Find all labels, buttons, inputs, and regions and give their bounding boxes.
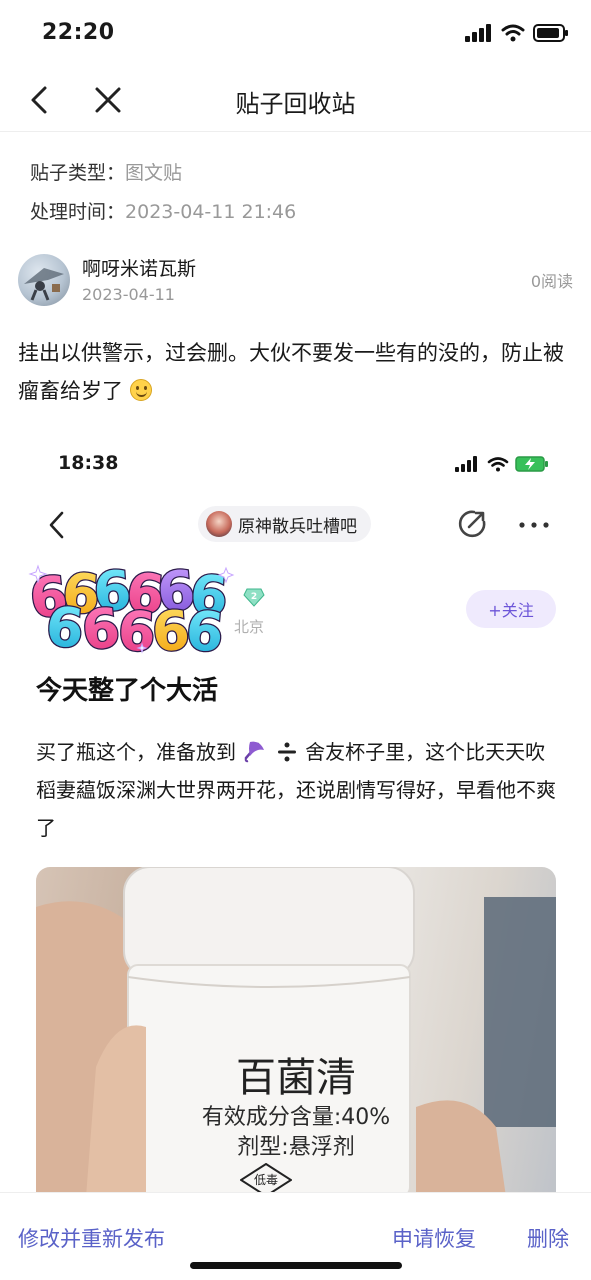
- restore-button[interactable]: 申请恢复: [392, 1223, 476, 1253]
- embedded-status-time: 18:38: [58, 452, 119, 474]
- battery-icon: [533, 24, 568, 42]
- umbrella-emoji-icon: [245, 741, 265, 763]
- embedded-body-part1: 买了瓶这个，准备放到: [36, 740, 236, 764]
- bottle-formulation-line: 剂型:悬浮剂: [237, 1135, 355, 1160]
- author-row: 啊呀米诺瓦斯 2023-04-11 0阅读: [18, 252, 573, 308]
- status-time: 22:20: [42, 20, 115, 45]
- republish-button[interactable]: 修改并重新发布: [18, 1223, 165, 1253]
- low-toxicity-label: 低毒: [253, 1173, 278, 1187]
- embedded-wifi-icon: [487, 457, 509, 472]
- embedded-signal-icon: [455, 456, 477, 472]
- bottle-product-name: 百菌清: [236, 1055, 356, 1101]
- author-date: 2023-04-11: [82, 285, 175, 304]
- status-icons: [465, 24, 569, 42]
- forum-name: 原神散兵吐槽吧: [238, 516, 357, 537]
- nav-bar: 贴子回收站: [0, 70, 591, 132]
- author-name[interactable]: 啊呀米诺瓦斯: [82, 254, 196, 281]
- embedded-post-body: 买了瓶这个，准备放到 舍友杯子里，这个比天天吹稻妻藴饭深渊大世界两开花，还说剧情…: [36, 733, 556, 847]
- follow-button: +关注: [466, 590, 556, 628]
- embedded-battery-charging-icon: [515, 456, 548, 472]
- wifi-icon: [501, 24, 525, 42]
- embedded-back-icon: [49, 511, 64, 539]
- svg-text:6: 6: [183, 599, 226, 654]
- embedded-location: 北京: [234, 618, 265, 636]
- bottle-content-line: 有效成分含量:40%: [201, 1105, 391, 1130]
- home-indicator: [190, 1262, 402, 1269]
- process-time-value: 2023-04-11 21:46: [125, 201, 297, 223]
- post-text: 挂出以供警示，过会删。大伙不要发一些有的没的，防止被瘤畜给岁了: [18, 334, 578, 410]
- delete-button[interactable]: 删除: [527, 1223, 569, 1253]
- forum-name-pill: 原神散兵吐槽吧: [198, 506, 371, 542]
- embedded-post-title: 今天整了个大活: [36, 676, 219, 706]
- more-icon: [519, 522, 549, 528]
- share-icon: [458, 510, 486, 538]
- divide-emoji-icon: [277, 742, 296, 762]
- avatar[interactable]: [18, 254, 70, 306]
- forum-avatar-icon: [206, 511, 232, 537]
- page-title: 贴子回收站: [235, 90, 356, 118]
- signal-icon: [465, 24, 491, 42]
- post-text-content: 挂出以供警示，过会删。大伙不要发一些有的没的，防止被瘤畜给岁了: [18, 341, 564, 403]
- status-bar: 22:20: [0, 0, 591, 70]
- process-time-label: 处理时间：: [30, 201, 126, 223]
- smile-emoji-icon: [129, 379, 152, 401]
- level-number: 2: [251, 592, 257, 602]
- level-badge-icon: 2: [243, 588, 265, 607]
- process-time-row: 处理时间：2023-04-11 21:46: [30, 197, 296, 224]
- read-count: 0阅读: [530, 272, 573, 291]
- post-type-value: 图文贴: [125, 162, 183, 184]
- bottle-photo: 百菌清 有效成分含量:40% 剂型:悬浮剂 低毒: [36, 867, 556, 1197]
- embedded-status-icons: [455, 456, 549, 472]
- user-badge-666-icon: 6 6 6 6 6 6 6 6 6 6 6: [26, 558, 235, 654]
- post-type-label: 贴子类型：: [30, 162, 126, 184]
- post-type-row: 贴子类型：图文贴: [30, 158, 182, 185]
